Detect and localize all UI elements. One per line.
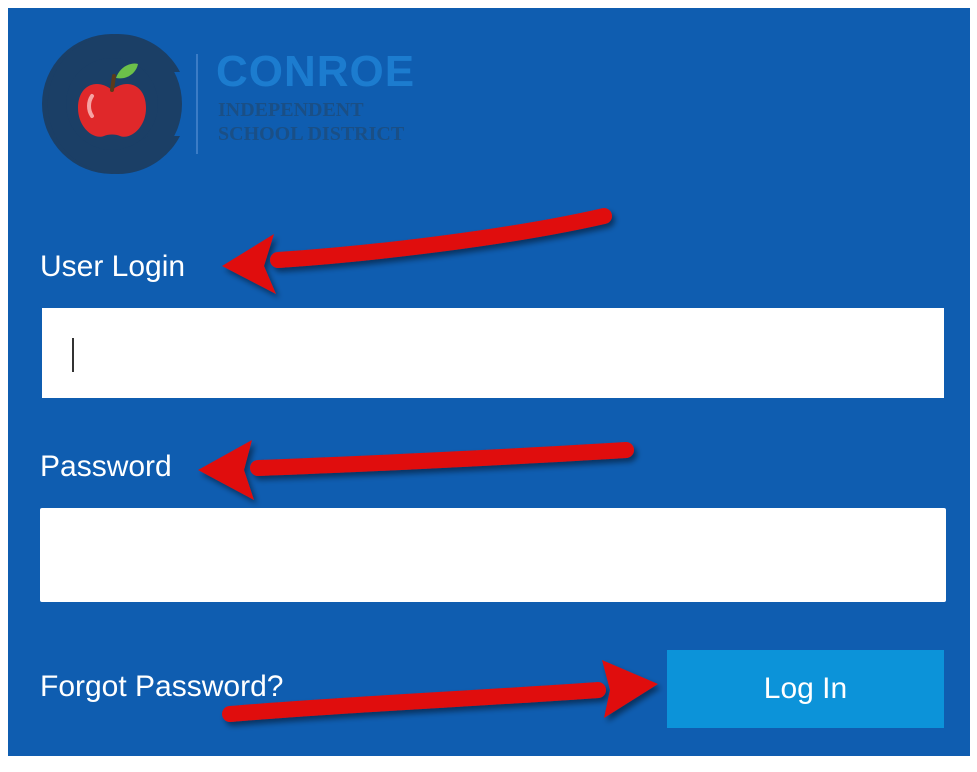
district-subtitle-line1: INDEPENDENT bbox=[218, 99, 364, 121]
log-in-button[interactable]: Log In bbox=[667, 650, 944, 728]
user-login-label: User Login bbox=[40, 250, 186, 283]
user-login-input[interactable] bbox=[42, 308, 944, 398]
forgot-password-link[interactable]: Forgot Password? bbox=[40, 672, 283, 702]
text-caret bbox=[72, 338, 74, 372]
logo-divider bbox=[196, 54, 198, 154]
district-logo: CONROE INDEPENDENT SCHOOL DISTRICT bbox=[40, 32, 460, 182]
apple-c-logo-icon bbox=[42, 34, 182, 175]
red-arrow-icon bbox=[222, 660, 658, 722]
login-panel: CONROE INDEPENDENT SCHOOL DISTRICT User … bbox=[8, 8, 970, 756]
password-input[interactable] bbox=[40, 508, 946, 602]
red-arrow-icon bbox=[222, 208, 612, 294]
district-subtitle-line2: SCHOOL DISTRICT bbox=[218, 123, 405, 145]
district-name: CONROE bbox=[216, 47, 416, 96]
red-arrow-icon bbox=[198, 440, 634, 500]
password-label: Password bbox=[40, 450, 172, 483]
